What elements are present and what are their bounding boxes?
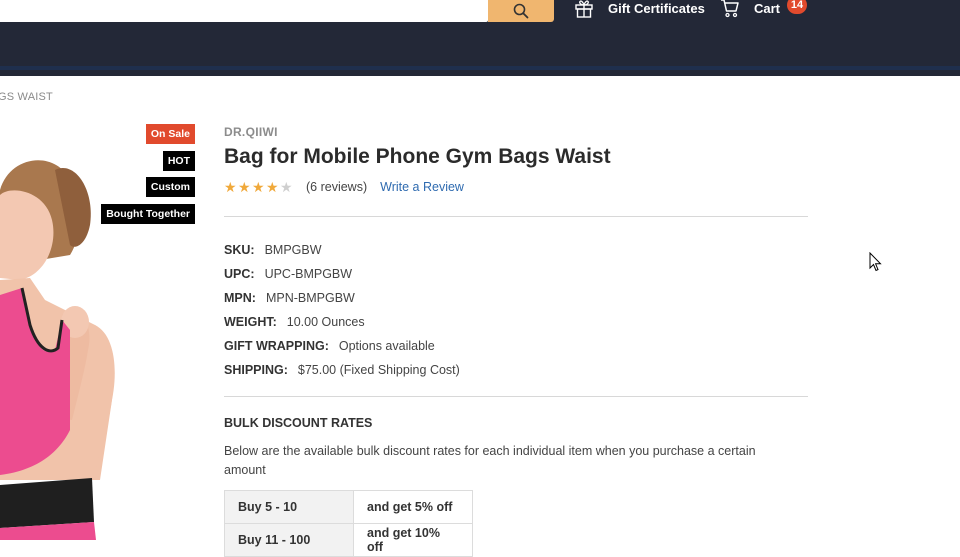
search-input[interactable] — [0, 0, 488, 22]
star-icon: ★ — [252, 179, 265, 195]
nav-bar — [0, 66, 960, 70]
bulk-discount-table: Buy 5 - 10 and get 5% off Buy 11 - 100 a… — [224, 490, 473, 557]
gift-certificates-link[interactable]: Gift Certificates — [574, 0, 705, 18]
spec-row-mpn: MPN: MPN-BMPGBW — [224, 286, 460, 310]
bulk-discount-description: Below are the available bulk discount ra… — [224, 444, 756, 477]
cart-label: Cart — [754, 0, 781, 16]
spec-value: Options available — [338, 339, 435, 353]
gift-certificates-label: Gift Certificates — [608, 0, 705, 16]
cart-link[interactable]: Cart — [720, 0, 781, 18]
mouse-cursor-icon — [869, 252, 882, 272]
spec-label: UPC: — [224, 267, 255, 281]
spec-row-upc: UPC: UPC-BMPGBW — [224, 262, 460, 286]
spec-row-sku: SKU: BMPGBW — [224, 238, 460, 262]
spec-label: SKU: — [224, 243, 255, 257]
star-icon: ★ — [238, 179, 251, 195]
site-header: Gift Certificates Cart 14 — [0, 0, 960, 76]
bulk-qty-cell: Buy 5 - 10 — [224, 490, 354, 524]
custom-badge: Custom — [145, 177, 195, 197]
search-button[interactable] — [488, 0, 554, 22]
spec-label: MPN: — [224, 291, 256, 305]
bulk-discount-cell: and get 5% off — [353, 490, 473, 524]
product-title: Bag for Mobile Phone Gym Bags Waist — [224, 145, 611, 168]
search-icon — [513, 3, 529, 19]
write-review-link[interactable]: Write a Review — [380, 180, 464, 194]
spec-row-weight: WEIGHT: 10.00 Ounces — [224, 310, 460, 334]
spec-label: GIFT WRAPPING: — [224, 339, 329, 353]
spec-row-shipping: SHIPPING: $75.00 (Fixed Shipping Cost) — [224, 358, 460, 382]
product-brand[interactable]: DR.QIIWI — [224, 125, 278, 139]
divider — [224, 396, 808, 397]
on-sale-badge: On Sale — [145, 124, 195, 144]
rating-stars: ★ ★ ★ ★ ★ — [224, 180, 294, 194]
gift-icon — [575, 0, 593, 18]
spec-label: WEIGHT: — [224, 315, 277, 329]
table-row: Buy 5 - 10 and get 5% off — [224, 490, 473, 524]
bought-together-badge: Bought Together — [101, 204, 195, 224]
spec-value: UPC-BMPGBW — [264, 267, 353, 281]
spec-value: $75.00 (Fixed Shipping Cost) — [297, 363, 460, 377]
spec-value: BMPGBW — [264, 243, 322, 257]
reviews-count: (6 reviews) — [306, 180, 368, 194]
star-icon: ★ — [266, 179, 279, 195]
spec-list: SKU: BMPGBW UPC: UPC-BMPGBW MPN: MPN-BMP… — [224, 238, 460, 382]
bulk-qty-cell: Buy 11 - 100 — [224, 523, 354, 557]
bulk-discount-title: BULK DISCOUNT RATES — [224, 416, 373, 430]
star-empty-icon: ★ — [280, 179, 293, 195]
cart-count-badge: 14 — [787, 0, 807, 14]
spec-value: MPN-BMPGBW — [265, 291, 355, 305]
spec-value: 10.00 Ounces — [286, 315, 365, 329]
table-row: Buy 11 - 100 and get 10% off — [224, 523, 473, 557]
spec-label: SHIPPING: — [224, 363, 288, 377]
hot-badge: HOT — [162, 151, 195, 171]
cart-icon — [721, 0, 739, 18]
spec-row-gift-wrapping: GIFT WRAPPING: Options available — [224, 334, 460, 358]
bulk-discount-cell: and get 10% off — [353, 523, 473, 557]
breadcrumb[interactable]: GS WAIST — [0, 91, 53, 103]
star-icon: ★ — [224, 179, 237, 195]
divider — [224, 216, 808, 217]
rating-row: ★ ★ ★ ★ ★ (6 reviews) Write a Review — [224, 179, 464, 195]
